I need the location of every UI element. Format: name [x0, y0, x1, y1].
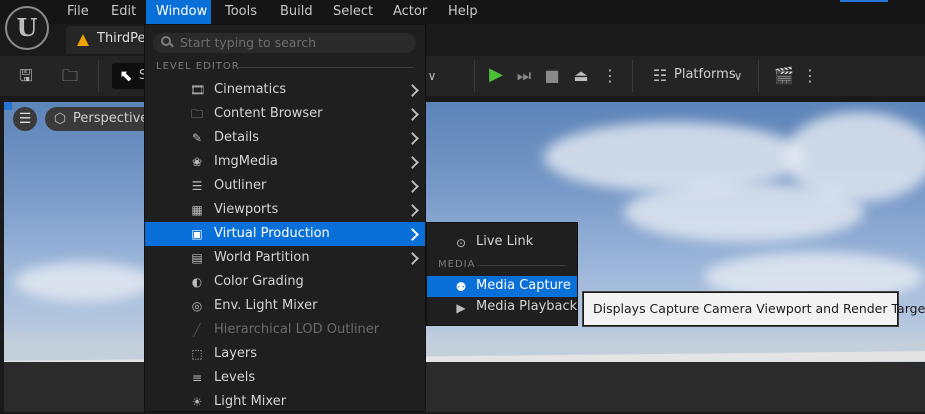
menu-item-layers[interactable]: [145, 342, 425, 366]
person-frame-icon: ▣: [191, 227, 203, 241]
cube-icon: ⬡: [53, 111, 67, 127]
section-header-media: MEDIA: [438, 259, 476, 270]
sky-cloud: [14, 262, 154, 302]
media-capture-icon: ⚉: [455, 280, 467, 294]
list-icon: ☰: [191, 179, 203, 193]
floor-plane: [4, 362, 925, 412]
save-icon[interactable]: 🖫: [16, 66, 36, 86]
logo-letter: U: [16, 13, 38, 42]
menu-tools[interactable]: Tools: [215, 0, 267, 24]
folder-search-icon: 🗀: [190, 107, 203, 121]
platforms-button-label[interactable]: Platforms: [674, 67, 736, 82]
source-control-icon[interactable]: 🗀: [58, 66, 82, 86]
top-accent-bar: [840, 0, 888, 2]
unreal-logo[interactable]: U: [5, 6, 49, 50]
menu-actor[interactable]: Actor: [383, 0, 437, 24]
section-header-level-editor: LEVEL EDITOR: [156, 61, 240, 72]
menu-item-label: World Partition: [214, 250, 310, 265]
stop-icon[interactable]: ■: [542, 66, 562, 86]
layers-icon: ⬚: [191, 347, 203, 361]
section-divider: [478, 265, 566, 266]
partition-icon: ▤: [191, 251, 203, 265]
sky-cloud: [784, 112, 925, 202]
menu-item-imgmedia[interactable]: [145, 150, 425, 174]
menu-item-label: Light Mixer: [214, 394, 287, 409]
toolbar-separator: [474, 60, 475, 92]
menu-item-label: ImgMedia: [214, 154, 278, 169]
search-placeholder: Start typing to search: [180, 35, 317, 50]
menu-item-label: Color Grading: [214, 274, 304, 289]
menu-item-label: Levels: [214, 370, 256, 385]
viewport-focus-corner: [4, 102, 12, 110]
level-tab-label: ThirdPe: [97, 31, 146, 46]
select-mode-icon: ⬉: [119, 66, 133, 85]
menu-select[interactable]: Select: [323, 0, 383, 24]
levels-icon: ≡: [191, 371, 203, 385]
menu-item-label: Content Browser: [214, 106, 323, 121]
cinematics-toolbar-icon[interactable]: 🎬: [772, 66, 796, 86]
play-options-icon[interactable]: ⋮: [602, 66, 618, 86]
menu-item-label: Cinematics: [214, 82, 287, 97]
toolbar-separator: [632, 60, 633, 92]
menu-item-viewports[interactable]: [145, 198, 425, 222]
chevron-down-icon[interactable]: ∨: [426, 66, 438, 86]
more-options-icon[interactable]: ⋮: [802, 66, 818, 86]
submenu-item-media-playback[interactable]: Media Playback: [476, 299, 577, 314]
platforms-icon: ☷: [652, 66, 668, 85]
live-link-icon: ⊙: [455, 236, 467, 250]
menu-build[interactable]: Build: [270, 0, 323, 24]
toolbar-separator: [758, 60, 759, 92]
grid-icon: ▦: [191, 203, 203, 217]
menu-file[interactable]: File: [57, 0, 99, 24]
light-mixer-icon: ◎: [191, 299, 203, 313]
menu-item-outliner[interactable]: [145, 174, 425, 198]
eject-icon[interactable]: ⏏: [570, 66, 592, 86]
toolbar-separator: [98, 60, 99, 92]
submenu-item-media-capture[interactable]: Media Capture: [476, 278, 571, 293]
tooltip-text: Displays Capture Camera Viewport and Ren…: [593, 301, 925, 316]
film-reel-icon: ❀: [191, 155, 203, 169]
menu-item-label: Layers: [214, 346, 258, 361]
section-divider: [236, 67, 414, 68]
film-icon: 🎞: [190, 83, 206, 97]
menu-item-label: Virtual Production: [214, 226, 330, 241]
chevron-down-icon[interactable]: ∨: [732, 66, 744, 86]
menu-item-levels[interactable]: [145, 366, 425, 390]
hlod-icon: ╱: [193, 323, 201, 337]
pencil-icon: ✎: [191, 131, 203, 145]
level-warning-icon: [77, 34, 89, 46]
media-playback-icon: ▶: [456, 301, 466, 315]
menu-edit[interactable]: Edit: [101, 0, 146, 24]
menu-item-label: Outliner: [214, 178, 267, 193]
step-icon[interactable]: ⏭: [514, 66, 534, 86]
hamburger-icon[interactable]: ☰: [13, 107, 37, 131]
color-wheel-icon: ◐: [191, 275, 203, 289]
menu-window[interactable]: Window: [146, 0, 211, 24]
menu-item-label: Viewports: [214, 202, 279, 217]
play-icon[interactable]: ▶: [486, 65, 506, 85]
menu-item-label: Env. Light Mixer: [214, 298, 318, 313]
submenu-item-live-link[interactable]: Live Link: [476, 234, 533, 249]
menu-item-details[interactable]: [145, 126, 425, 150]
perspective-label: Perspective: [73, 111, 149, 126]
menu-item-label: Hierarchical LOD Outliner: [214, 322, 380, 337]
menu-item-label: Details: [214, 130, 260, 145]
menu-help[interactable]: Help: [438, 0, 488, 24]
light-mixer-icon: ☀: [191, 395, 203, 409]
